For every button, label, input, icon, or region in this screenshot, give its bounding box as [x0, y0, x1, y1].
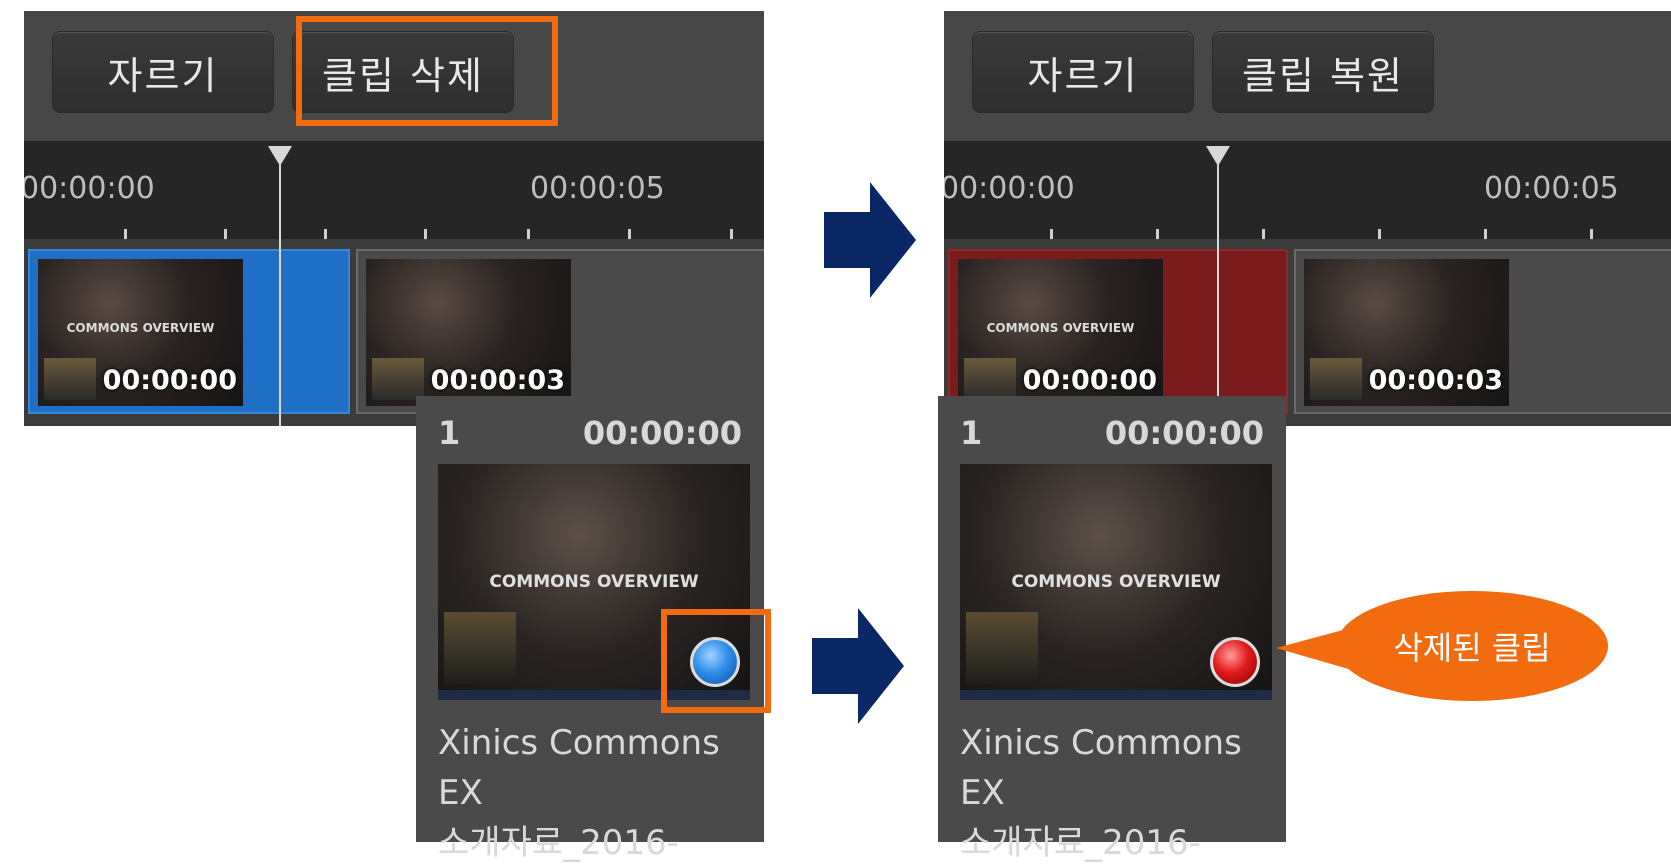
- ruler-tick: [1590, 229, 1593, 239]
- presenter-image: [44, 358, 96, 400]
- ruler-start-time: 00:00:00: [944, 171, 1075, 206]
- ruler-tick: [1484, 229, 1487, 239]
- ruler-tick: [124, 229, 127, 239]
- ruler-tick: [1378, 229, 1381, 239]
- cut-button[interactable]: 자르기: [972, 31, 1194, 113]
- clip-name-line1: Xinics Commons EX: [438, 723, 720, 813]
- ruler-tick: [1262, 229, 1265, 239]
- ruler-mark-time: 00:00:05: [530, 171, 665, 206]
- highlight-status-icon: [661, 609, 771, 713]
- clip-time: 00:00:03: [430, 365, 565, 396]
- clip-name-line2: 소개자료_2016-: [960, 823, 1201, 863]
- ruler-tick: [730, 229, 733, 239]
- ruler-tick: [324, 229, 327, 239]
- clip-time: 00:00:00: [1022, 365, 1157, 396]
- ruler-tick: [424, 229, 427, 239]
- clip-name-line1: Xinics Commons EX: [960, 723, 1242, 813]
- right-arrow-icon: [824, 182, 916, 298]
- presenter-image: [964, 358, 1016, 400]
- ruler-tick: [1156, 229, 1159, 239]
- thumbnail-title: COMMONS OVERVIEW: [489, 572, 699, 592]
- clip-thumbnail: 00:00:03: [1304, 259, 1509, 406]
- timeline-ruler[interactable]: 00:00:00 00:00:05: [944, 141, 1671, 239]
- ruler-tick: [628, 229, 631, 239]
- clip-thumbnail: COMMONS OVERVIEW 00:00:00: [958, 259, 1163, 406]
- highlight-delete-button: [296, 16, 558, 126]
- ruler-tick: [527, 229, 530, 239]
- clip-card-thumbnail: COMMONS OVERVIEW: [960, 464, 1272, 700]
- clip-card-time: 00:00:00: [1104, 414, 1264, 452]
- timeline-clip-selected[interactable]: COMMONS OVERVIEW 00:00:00: [28, 249, 350, 414]
- red-circle-icon[interactable]: [1210, 637, 1260, 687]
- clip-card-after[interactable]: 1 00:00:00 COMMONS OVERVIEW Xinics Commo…: [938, 396, 1286, 863]
- ruler-start-time: 00:00:00: [24, 171, 155, 206]
- playhead-line: [1217, 161, 1219, 426]
- ruler-mark-time: 00:00:05: [1484, 171, 1619, 206]
- toolbar-after: 자르기 클립 복원: [944, 11, 1671, 141]
- right-arrow-icon: [812, 608, 904, 724]
- thumbnail-taskbar: [960, 690, 1272, 700]
- clip-card-name: Xinics Commons EX 소개자료_2016-: [960, 718, 1290, 868]
- cut-button[interactable]: 자르기: [52, 31, 274, 113]
- thumbnail-title: COMMONS OVERVIEW: [986, 321, 1135, 335]
- ruler-tick: [224, 229, 227, 239]
- timeline-clip[interactable]: 00:00:03: [1294, 249, 1671, 414]
- deleted-clip-callout: 삭제된 클립: [1336, 591, 1608, 701]
- clip-index: 1: [438, 414, 461, 452]
- clip-time: 00:00:00: [102, 365, 237, 396]
- clip-card-name: Xinics Commons EX 소개자료_2016-: [438, 718, 768, 868]
- timeline-clip[interactable]: 00:00:03: [356, 249, 764, 414]
- presenter-image: [444, 612, 516, 684]
- presenter-image: [966, 612, 1038, 684]
- clip-thumbnail: COMMONS OVERVIEW 00:00:00: [38, 259, 243, 406]
- thumbnail-title: COMMONS OVERVIEW: [1011, 572, 1221, 592]
- timeline-clip-deleted[interactable]: COMMONS OVERVIEW 00:00:00: [948, 249, 1288, 414]
- restore-clip-button[interactable]: 클립 복원: [1212, 31, 1434, 113]
- presenter-image: [1310, 358, 1362, 400]
- ruler-tick: [1050, 229, 1053, 239]
- thumbnail-title: COMMONS OVERVIEW: [66, 321, 215, 335]
- clip-name-line2: 소개자료_2016-: [438, 823, 679, 863]
- timeline-ruler[interactable]: 00:00:00 00:00:05: [24, 141, 764, 239]
- clip-thumbnail: 00:00:03: [366, 259, 571, 406]
- timeline-panel-after: 자르기 클립 복원 00:00:00 00:00:05 COMMONS OVER…: [944, 11, 1671, 426]
- clip-time: 00:00:03: [1368, 365, 1503, 396]
- presenter-image: [372, 358, 424, 400]
- playhead-line: [279, 161, 281, 426]
- clip-card-time: 00:00:00: [582, 414, 742, 452]
- clip-index: 1: [960, 414, 983, 452]
